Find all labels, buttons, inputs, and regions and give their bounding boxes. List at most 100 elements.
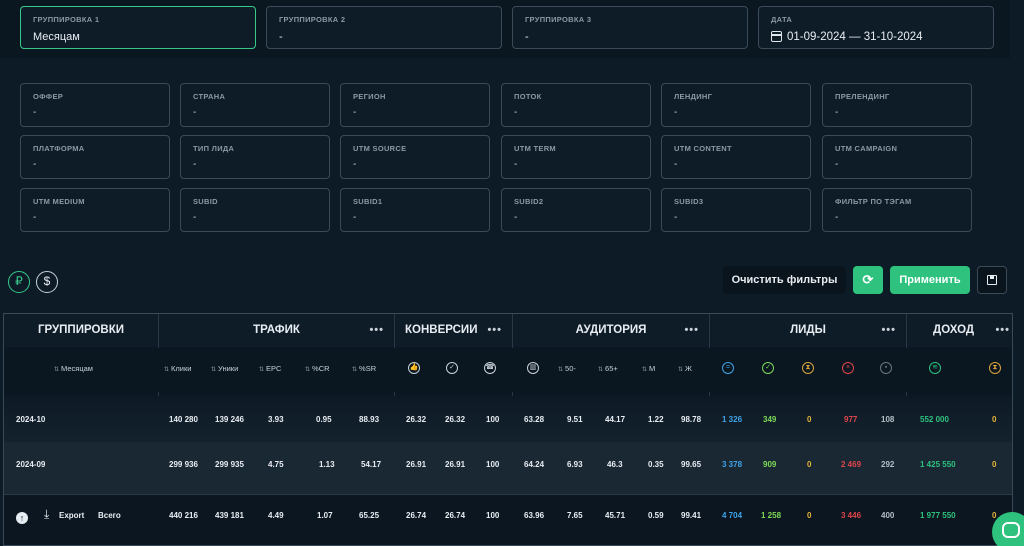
filter-label: ПОТОК xyxy=(514,92,542,101)
cell-leads-approved: 909 xyxy=(763,460,777,469)
total-leads-trash: 400 xyxy=(881,511,895,520)
filter-tags[interactable]: ФИЛЬТР ПО ТЭГАМ - xyxy=(822,188,972,232)
sort-female[interactable]: ⇅ Ж xyxy=(678,364,692,373)
grouping-1-label: ГРУППИРОВКА 1 xyxy=(33,15,100,24)
sort-male[interactable]: ⇅ М xyxy=(642,364,655,373)
cell-epc: 4.75 xyxy=(268,460,284,469)
grouping-2-select[interactable]: ГРУППИРОВКА 2 - xyxy=(266,6,502,49)
total-male: 0.59 xyxy=(648,511,664,520)
sub-age65-label: 65+ xyxy=(605,364,618,373)
filter-utm-campaign[interactable]: UTM CAMPAIGN - xyxy=(822,135,972,179)
filter-subid1[interactable]: SUBID1 - xyxy=(340,188,490,232)
sort-epc[interactable]: ⇅ EPC xyxy=(259,364,281,373)
sort-cr[interactable]: ⇅ %CR xyxy=(305,364,330,373)
export-button[interactable]: Export xyxy=(59,511,84,520)
cell-leads-total: 1 326 xyxy=(722,415,743,424)
filter-platform[interactable]: ПЛАТФОРМА - xyxy=(20,135,170,179)
save-preset-button[interactable] xyxy=(977,266,1007,294)
filter-utm-term[interactable]: UTM TERM - xyxy=(501,135,651,179)
filter-label: UTM CAMPAIGN xyxy=(835,144,898,153)
sort-months[interactable]: ⇅ Месяцам xyxy=(54,364,93,373)
date-label: ДАТА xyxy=(771,15,793,24)
audience-more-icon[interactable]: ••• xyxy=(684,314,699,347)
filter-label: SUBID1 xyxy=(353,197,383,206)
table-row[interactable]: 2024-10 140 280 139 246 3.93 0.95 88.93 … xyxy=(4,396,1012,442)
sort-age-50[interactable]: ⇅ 50- xyxy=(558,364,576,373)
leads-rejected-icon: × xyxy=(842,362,854,374)
audience-chart-icon: ▥ xyxy=(527,362,539,374)
header-grouping: ГРУППИРОВКИ xyxy=(4,314,158,347)
filter-utm-source[interactable]: UTM SOURCE - xyxy=(340,135,490,179)
header-leads: ЛИДЫ ••• xyxy=(710,314,906,347)
export-icon[interactable]: ⤓ xyxy=(44,507,49,522)
cell-conv2: 26.32 xyxy=(445,415,466,424)
cell-uniques: 299 935 xyxy=(215,460,244,469)
leads-more-icon[interactable]: ••• xyxy=(881,314,896,347)
cell-sr: 54.17 xyxy=(361,460,382,469)
conversion-thumb-icon: 👍 xyxy=(408,362,420,374)
date-value: 01-09-2024 — 31-10-2024 xyxy=(787,31,923,43)
filter-value: - xyxy=(193,212,197,223)
filter-value: - xyxy=(674,107,678,118)
filter-utm-medium[interactable]: UTM MEDIUM - xyxy=(20,188,170,232)
chat-widget-icon[interactable] xyxy=(992,512,1024,546)
conversions-more-icon[interactable]: ••• xyxy=(487,314,502,347)
calendar-icon xyxy=(771,31,782,42)
cell-aud1: 63.28 xyxy=(524,415,545,424)
apply-button[interactable]: Применить xyxy=(890,266,970,294)
filter-prelanding[interactable]: ПРЕЛЕНДИНГ - xyxy=(822,83,972,127)
sub-months-label: Месяцам xyxy=(61,364,93,373)
filter-lead-type[interactable]: ТИП ЛИДА - xyxy=(180,135,330,179)
filter-stream[interactable]: ПОТОК - xyxy=(501,83,651,127)
income-more-icon[interactable]: ••• xyxy=(995,314,1010,347)
refresh-button[interactable]: ⟳ xyxy=(853,266,883,294)
header-grouping-label: ГРУППИРОВКИ xyxy=(37,324,125,336)
date-range-picker[interactable]: ДАТА 01-09-2024 — 31-10-2024 xyxy=(758,6,994,49)
filter-value: - xyxy=(514,107,518,118)
cell-clicks: 299 936 xyxy=(169,460,198,469)
cell-income-approved: 1 425 550 xyxy=(920,460,956,469)
scroll-top-icon[interactable]: ↑ xyxy=(16,512,28,524)
sort-sr[interactable]: ⇅ %SR xyxy=(352,364,376,373)
grouping-3-select[interactable]: ГРУППИРОВКА 3 - xyxy=(512,6,748,49)
cell-leads-trash: 292 xyxy=(881,460,895,469)
filter-country[interactable]: СТРАНА - xyxy=(180,83,330,127)
filter-region[interactable]: РЕГИОН - xyxy=(340,83,490,127)
filter-landing[interactable]: ЛЕНДИНГ - xyxy=(661,83,811,127)
cell-conv1: 26.91 xyxy=(406,460,427,469)
clear-filters-button[interactable]: Очистить фильтры xyxy=(723,266,846,294)
filter-subid3[interactable]: SUBID3 - xyxy=(661,188,811,232)
currency-rub-toggle[interactable]: ₽ xyxy=(8,271,30,293)
cell-leads-rejected: 977 xyxy=(844,415,858,424)
filter-value: - xyxy=(514,212,518,223)
filter-utm-content[interactable]: UTM CONTENT - xyxy=(661,135,811,179)
filter-label: ФИЛЬТР ПО ТЭГАМ xyxy=(835,197,912,206)
total-aud50: 7.65 xyxy=(567,511,583,520)
header-traffic: ТРАФИК ••• xyxy=(159,314,394,347)
save-icon xyxy=(987,275,997,286)
cell-income-hold: 0 xyxy=(992,415,997,424)
cell-income-approved: 552 000 xyxy=(920,415,949,424)
traffic-more-icon[interactable]: ••• xyxy=(369,314,384,347)
filter-value: - xyxy=(835,107,839,118)
cell-aud65: 44.17 xyxy=(605,415,626,424)
sub-female-label: Ж xyxy=(685,364,692,373)
header-income: ДОХОД ••• xyxy=(907,314,1012,347)
filter-label: СТРАНА xyxy=(193,92,226,101)
grouping-3-value: - xyxy=(525,31,529,43)
filter-subid2[interactable]: SUBID2 - xyxy=(501,188,651,232)
sort-age-65[interactable]: ⇅ 65+ xyxy=(598,364,618,373)
sort-clicks[interactable]: ⇅ Клики xyxy=(164,364,191,373)
filter-offer[interactable]: ОФФЕР - xyxy=(20,83,170,127)
grouping-2-value: - xyxy=(279,31,283,43)
filter-subid[interactable]: SUBID - xyxy=(180,188,330,232)
cell-uniques: 139 246 xyxy=(215,415,244,424)
filter-value: - xyxy=(193,107,197,118)
table-row[interactable]: 2024-09 299 936 299 935 4.75 1.13 54.17 … xyxy=(4,442,1012,494)
sort-uniques[interactable]: ⇅ Уники xyxy=(211,364,238,373)
grouping-2-label: ГРУППИРОВКА 2 xyxy=(279,15,346,24)
grouping-1-select[interactable]: ГРУППИРОВКА 1 Месяцам xyxy=(20,6,256,49)
header-conversions-label: КОНВЕРСИИ xyxy=(405,324,478,336)
currency-usd-toggle[interactable]: $ xyxy=(36,271,58,293)
total-label: Всего xyxy=(98,511,121,520)
